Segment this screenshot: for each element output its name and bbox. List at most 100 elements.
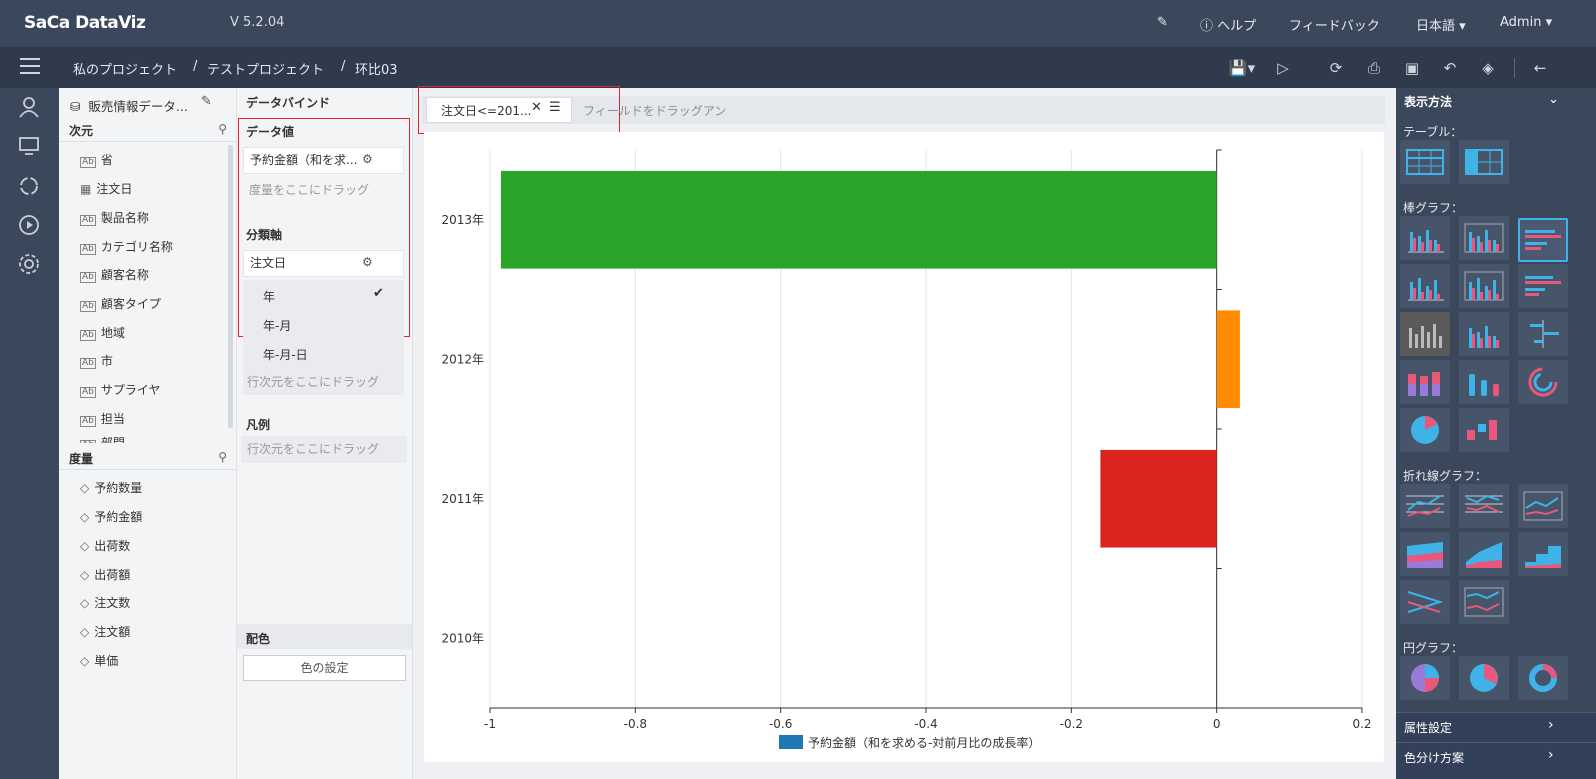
dimension-item[interactable]: Ab 市 — [80, 352, 113, 369]
dimension-item[interactable]: Ab 顧客タイプ — [80, 295, 161, 312]
measure-item[interactable]: ◇ 予約数量 — [80, 479, 142, 496]
measure-item[interactable]: ◇ 出荷数 — [80, 537, 130, 554]
settings-icon[interactable] — [17, 252, 41, 276]
gear-icon[interactable]: ⚙ — [362, 255, 373, 269]
dimension-item[interactable]: Ab カテゴリ名称 — [80, 238, 173, 255]
scrollbar[interactable] — [228, 145, 233, 428]
dimension-item[interactable]: Ab部門 — [80, 434, 125, 443]
dimension-item[interactable]: Ab 顧客名称 — [80, 266, 149, 283]
monitor-icon[interactable] — [17, 134, 41, 158]
tag-icon: ◇ — [80, 596, 90, 610]
cylinder-bar-chart-thumb[interactable] — [1459, 360, 1509, 404]
stacked-area-chart-thumb[interactable] — [1459, 532, 1509, 576]
legend-section-label: 凡例 — [246, 418, 271, 432]
refresh-data-icon[interactable]: ⟳ — [1326, 58, 1346, 78]
axis-option-year-month-day[interactable]: 年-月-日 — [263, 346, 308, 363]
breadcrumb-projects[interactable]: 私のプロジェクト — [73, 59, 177, 78]
step-area-chart-thumb[interactable] — [1518, 532, 1568, 576]
horizontal-bar-chart-thumb[interactable] — [1518, 218, 1568, 262]
dataset-name: 販売情報データ... — [88, 99, 188, 114]
dataset-title[interactable]: ⛁ 販売情報データ... — [70, 96, 188, 115]
dimension-item[interactable]: Ab 製品名称 — [80, 209, 149, 226]
dimension-item[interactable]: Ab 担当 — [80, 410, 125, 427]
axis-option-year[interactable]: 年 — [263, 288, 275, 305]
legend-drop-zone[interactable]: 行次元をここにドラッグ — [241, 436, 407, 463]
measure-item[interactable]: ◇ 注文額 — [80, 623, 130, 640]
print-icon[interactable]: ⎙ — [1364, 58, 1384, 78]
value-field-pill[interactable]: 予約金額（和を求... — [243, 147, 404, 174]
diverging-bar-chart-thumb[interactable] — [1518, 312, 1568, 356]
measure-section-header: 度量 ⚲ — [59, 446, 237, 470]
edit-icon[interactable]: ✎ — [1157, 15, 1168, 30]
gear-icon[interactable]: ⚙ — [362, 152, 373, 166]
measure-item[interactable]: ◇ 予約金額 — [80, 508, 142, 525]
edit-dataset-icon[interactable]: ✎ — [201, 94, 212, 109]
value-section-label: データ値 — [246, 125, 295, 139]
user-menu[interactable]: Admin ▾ — [1500, 15, 1552, 30]
rose-pie-chart-thumb[interactable] — [1459, 656, 1509, 700]
measure-item[interactable]: ◇ 注文数 — [80, 594, 130, 611]
bar-chart-thumb[interactable] — [1400, 216, 1450, 260]
stacked-horizontal-bar-thumb[interactable] — [1518, 264, 1568, 308]
measure-item[interactable]: ◇ 出荷額 — [80, 566, 130, 583]
x-tick-label: -0.8 — [624, 717, 647, 731]
feedback-link[interactable]: フィードバック — [1289, 15, 1380, 34]
undo-icon[interactable]: ↶ — [1440, 58, 1460, 78]
bar-chart: -1 -0.8 -0.6 -0.4 -0.2 0 0.2 2013年 2012年 2011年 201… — [441, 149, 1372, 750]
play-circle-icon[interactable] — [17, 213, 41, 237]
menu-icon[interactable] — [19, 56, 41, 76]
search-icon[interactable]: ⚲ — [218, 122, 227, 136]
dimension-section-header: 次元 ⚲ — [59, 118, 237, 142]
chevron-right-icon[interactable]: › — [1548, 717, 1554, 733]
line-chart-thumb[interactable] — [1400, 484, 1450, 528]
back-arrow-icon[interactable]: ← — [1530, 58, 1550, 78]
bar-chart-variant-thumb[interactable] — [1459, 312, 1509, 356]
donut-chart-thumb[interactable] — [1518, 656, 1568, 700]
axis-field-pill[interactable]: 注文日 — [243, 250, 404, 277]
value-drop-zone[interactable]: 度量をここにドラッグ — [243, 177, 404, 204]
display-method-title: 表示方法 — [1404, 95, 1453, 109]
area-chart-thumb[interactable] — [1400, 532, 1450, 576]
bar-line-chart-thumb[interactable] — [1459, 216, 1509, 260]
save-icon[interactable]: 💾▾ — [1226, 58, 1258, 78]
axis-drop-zone[interactable]: 行次元をここにドラッグ — [247, 373, 379, 390]
axis-option-year-month[interactable]: 年-月 — [263, 317, 291, 334]
grouped-bar-chart-thumb[interactable] — [1459, 264, 1509, 308]
help-link[interactable]: ⓘ ヘルプ — [1200, 15, 1256, 34]
cycle-icon[interactable] — [17, 174, 41, 198]
polar-chart-thumb[interactable] — [1400, 408, 1450, 452]
dimension-item[interactable]: Ab 省 — [80, 151, 113, 168]
gray-bar-chart-thumb[interactable] — [1400, 312, 1450, 356]
crosstab-chart-thumb[interactable] — [1459, 140, 1509, 184]
radial-bar-chart-thumb[interactable] — [1518, 360, 1568, 404]
dimension-item[interactable]: ▦ 注文日 — [80, 180, 132, 197]
dimension-item[interactable]: Ab サプライヤ — [80, 381, 161, 398]
app-logo[interactable]: SaCa DataViz — [24, 13, 146, 33]
chevron-down-icon[interactable]: ⌄ — [1548, 92, 1559, 107]
breadcrumb-test-project[interactable]: テストプロジェクト — [207, 59, 324, 78]
legend-swatch — [779, 735, 803, 749]
chevron-right-icon[interactable]: › — [1548, 747, 1554, 763]
search-icon[interactable]: ⚲ — [218, 450, 227, 464]
pie-chart-thumb[interactable] — [1400, 656, 1450, 700]
measure-item[interactable]: ◇ 単価 — [80, 652, 118, 669]
step-line-chart-thumb[interactable] — [1518, 484, 1568, 528]
x-tick-label: 0 — [1213, 717, 1221, 731]
play-icon[interactable]: ▷ — [1273, 58, 1293, 78]
user-icon[interactable] — [17, 95, 41, 119]
dual-axis-line-chart-thumb[interactable] — [1459, 580, 1509, 624]
color-settings-button[interactable]: 色の設定 — [243, 655, 406, 681]
multi-line-chart-thumb[interactable] — [1459, 484, 1509, 528]
dimension-item[interactable]: Ab 地域 — [80, 324, 125, 341]
stacked-bar-chart-thumb[interactable] — [1400, 264, 1450, 308]
curve-line-chart-thumb[interactable] — [1400, 580, 1450, 624]
3d-bar-chart-thumb[interactable] — [1400, 360, 1450, 404]
text-field-icon: Ab — [80, 358, 96, 369]
language-dropdown[interactable]: 日本語 ▾ — [1416, 15, 1466, 34]
highlight-box — [418, 86, 620, 134]
image-icon[interactable]: ▣ — [1402, 58, 1422, 78]
pie-group-label: 円グラフ： — [1403, 641, 1464, 655]
table-chart-thumb[interactable] — [1400, 140, 1450, 184]
tag-icon[interactable]: ◈ — [1478, 58, 1498, 78]
waterfall-chart-thumb[interactable] — [1459, 408, 1509, 452]
